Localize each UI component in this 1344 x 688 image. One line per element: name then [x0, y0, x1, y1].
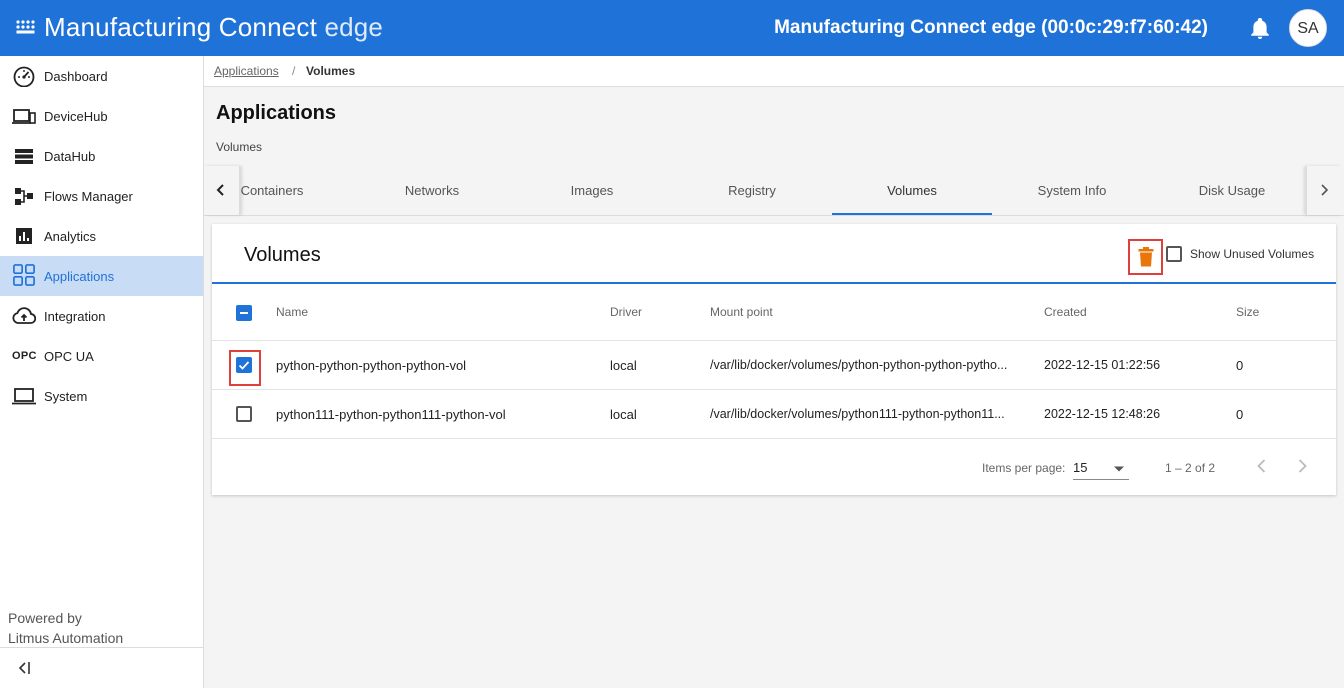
sidebar: Dashboard DeviceHub DataHub Flows Manage… [0, 56, 204, 688]
show-unused-checkbox[interactable] [1166, 246, 1182, 262]
column-header-created[interactable]: Created [1044, 305, 1087, 319]
sidebar-item-label: Applications [44, 269, 115, 284]
tab-registry[interactable]: Registry [672, 166, 832, 215]
storage-icon [15, 149, 33, 164]
flows-icon [15, 188, 33, 205]
sidebar-item-dashboard[interactable]: Dashboard [0, 56, 203, 96]
sidebar-item-system[interactable]: System [0, 376, 203, 416]
sidebar-item-label: Flows Manager [44, 189, 133, 204]
opc-icon: OPC [12, 350, 37, 362]
sidebar-item-label: OPC UA [44, 349, 94, 364]
apps-grid-icon [13, 264, 35, 286]
apps-dots-icon[interactable] [16, 18, 36, 38]
row-checkbox[interactable] [236, 406, 252, 422]
sidebar-item-integration[interactable]: Integration [0, 296, 203, 336]
sidebar-item-label: DataHub [44, 149, 96, 164]
paginator: Items per page: 15 1 – 2 of 2 [212, 438, 1336, 495]
brand-light: edge [317, 12, 384, 42]
volume-size: 0 [1236, 358, 1244, 373]
tab-system-info[interactable]: System Info [992, 166, 1152, 215]
items-per-page-label: Items per page: [982, 461, 1066, 475]
tab-scroll-right-button[interactable] [1306, 166, 1342, 215]
volume-created: 2022-12-15 01:22:56 [1044, 358, 1161, 372]
next-page-icon[interactable] [1292, 456, 1312, 476]
volume-name: python111-python-python111-python-vol [276, 407, 506, 422]
tab-disk-usage[interactable]: Disk Usage [1152, 166, 1306, 215]
cloud-upload-icon [12, 307, 36, 324]
bell-icon[interactable] [1250, 18, 1270, 40]
items-per-page-value: 15 [1073, 460, 1088, 475]
table-row[interactable]: python111-python-python111-python-vol lo… [212, 389, 1336, 438]
volume-driver: local [610, 358, 637, 373]
tab-images[interactable]: Images [512, 166, 672, 215]
brand-main: Manufacturing Connect [44, 12, 318, 42]
devices-icon [12, 109, 36, 124]
sidebar-item-label: Dashboard [44, 69, 108, 84]
laptop-icon [12, 388, 36, 405]
sidebar-item-datahub[interactable]: DataHub [0, 136, 203, 176]
page-range-label: 1 – 2 of 2 [1165, 461, 1216, 475]
tab-list: Containers Networks Images Registry Volu… [240, 166, 1306, 215]
sidebar-item-label: Analytics [44, 229, 97, 244]
collapse-sidebar-button[interactable] [0, 647, 203, 688]
analytics-icon [16, 228, 32, 244]
user-avatar[interactable]: SA [1289, 9, 1327, 47]
tab-bar: Containers Networks Images Registry Volu… [204, 166, 1344, 216]
volumes-card: Volumes Show Unused Volumes Name Driver … [212, 224, 1336, 495]
column-header-name[interactable]: Name [276, 305, 308, 319]
column-header-driver[interactable]: Driver [610, 305, 642, 319]
select-all-checkbox[interactable] [236, 305, 252, 321]
delete-volumes-button[interactable] [1128, 239, 1163, 275]
trash-icon [1138, 247, 1154, 267]
app-brand[interactable]: Manufacturing Connect edge [44, 12, 383, 43]
show-unused-label[interactable]: Show Unused Volumes [1190, 247, 1314, 261]
powered-line-2: Litmus Automation [8, 630, 124, 646]
volume-size: 0 [1236, 407, 1244, 422]
volume-mount-point: /var/lib/docker/volumes/python111-python… [710, 407, 1005, 421]
column-header-mount-point[interactable]: Mount point [710, 305, 773, 319]
breadcrumb-separator: / [292, 64, 296, 78]
sidebar-item-analytics[interactable]: Analytics [0, 216, 203, 256]
sidebar-item-opc-ua[interactable]: OPC OPC UA [0, 336, 203, 376]
sidebar-item-devicehub[interactable]: DeviceHub [0, 96, 203, 136]
breadcrumb-current: Volumes [306, 64, 356, 78]
volume-driver: local [610, 407, 637, 422]
indeterminate-icon [240, 312, 248, 314]
volume-name: python-python-python-python-vol [276, 358, 467, 373]
sidebar-item-flows-manager[interactable]: Flows Manager [0, 176, 203, 216]
sidebar-item-label: Integration [44, 309, 106, 324]
dropdown-arrow-icon [1114, 466, 1124, 472]
card-title: Volumes [244, 244, 321, 266]
powered-by: Powered by Litmus Automation [8, 608, 123, 648]
powered-line-1: Powered by [8, 610, 82, 626]
volume-mount-point: /var/lib/docker/volumes/python-python-py… [710, 358, 1008, 372]
card-header-divider [212, 282, 1336, 284]
tab-volumes[interactable]: Volumes [832, 166, 992, 215]
top-app-bar: Manufacturing Connect edge Manufacturing… [0, 0, 1344, 56]
breadcrumb: Applications / Volumes [204, 56, 1344, 87]
sidebar-item-applications[interactable]: Applications [0, 256, 203, 296]
items-per-page-select[interactable]: 15 [1073, 460, 1129, 480]
column-header-size[interactable]: Size [1236, 305, 1259, 319]
chevron-left-icon [216, 184, 224, 196]
tab-containers[interactable]: Containers [240, 166, 352, 215]
checkbox-highlight-frame [229, 350, 261, 386]
sidebar-item-label: System [44, 389, 88, 404]
device-title: Manufacturing Connect edge (00:0c:29:f7:… [774, 17, 1208, 38]
tab-networks[interactable]: Networks [352, 166, 512, 215]
collapse-left-icon [18, 662, 30, 674]
chevron-right-icon [1321, 184, 1329, 196]
page-subtitle: Volumes [216, 140, 263, 154]
previous-page-icon[interactable] [1252, 456, 1272, 476]
sidebar-item-label: DeviceHub [44, 109, 108, 124]
breadcrumb-applications-link[interactable]: Applications [214, 64, 279, 78]
volume-created: 2022-12-15 12:48:26 [1044, 407, 1161, 421]
tab-scroll-left-button[interactable] [204, 166, 240, 215]
page-title: Applications [216, 102, 337, 124]
gauge-icon [13, 66, 35, 87]
table-row[interactable]: python-python-python-python-vol local /v… [212, 340, 1336, 389]
